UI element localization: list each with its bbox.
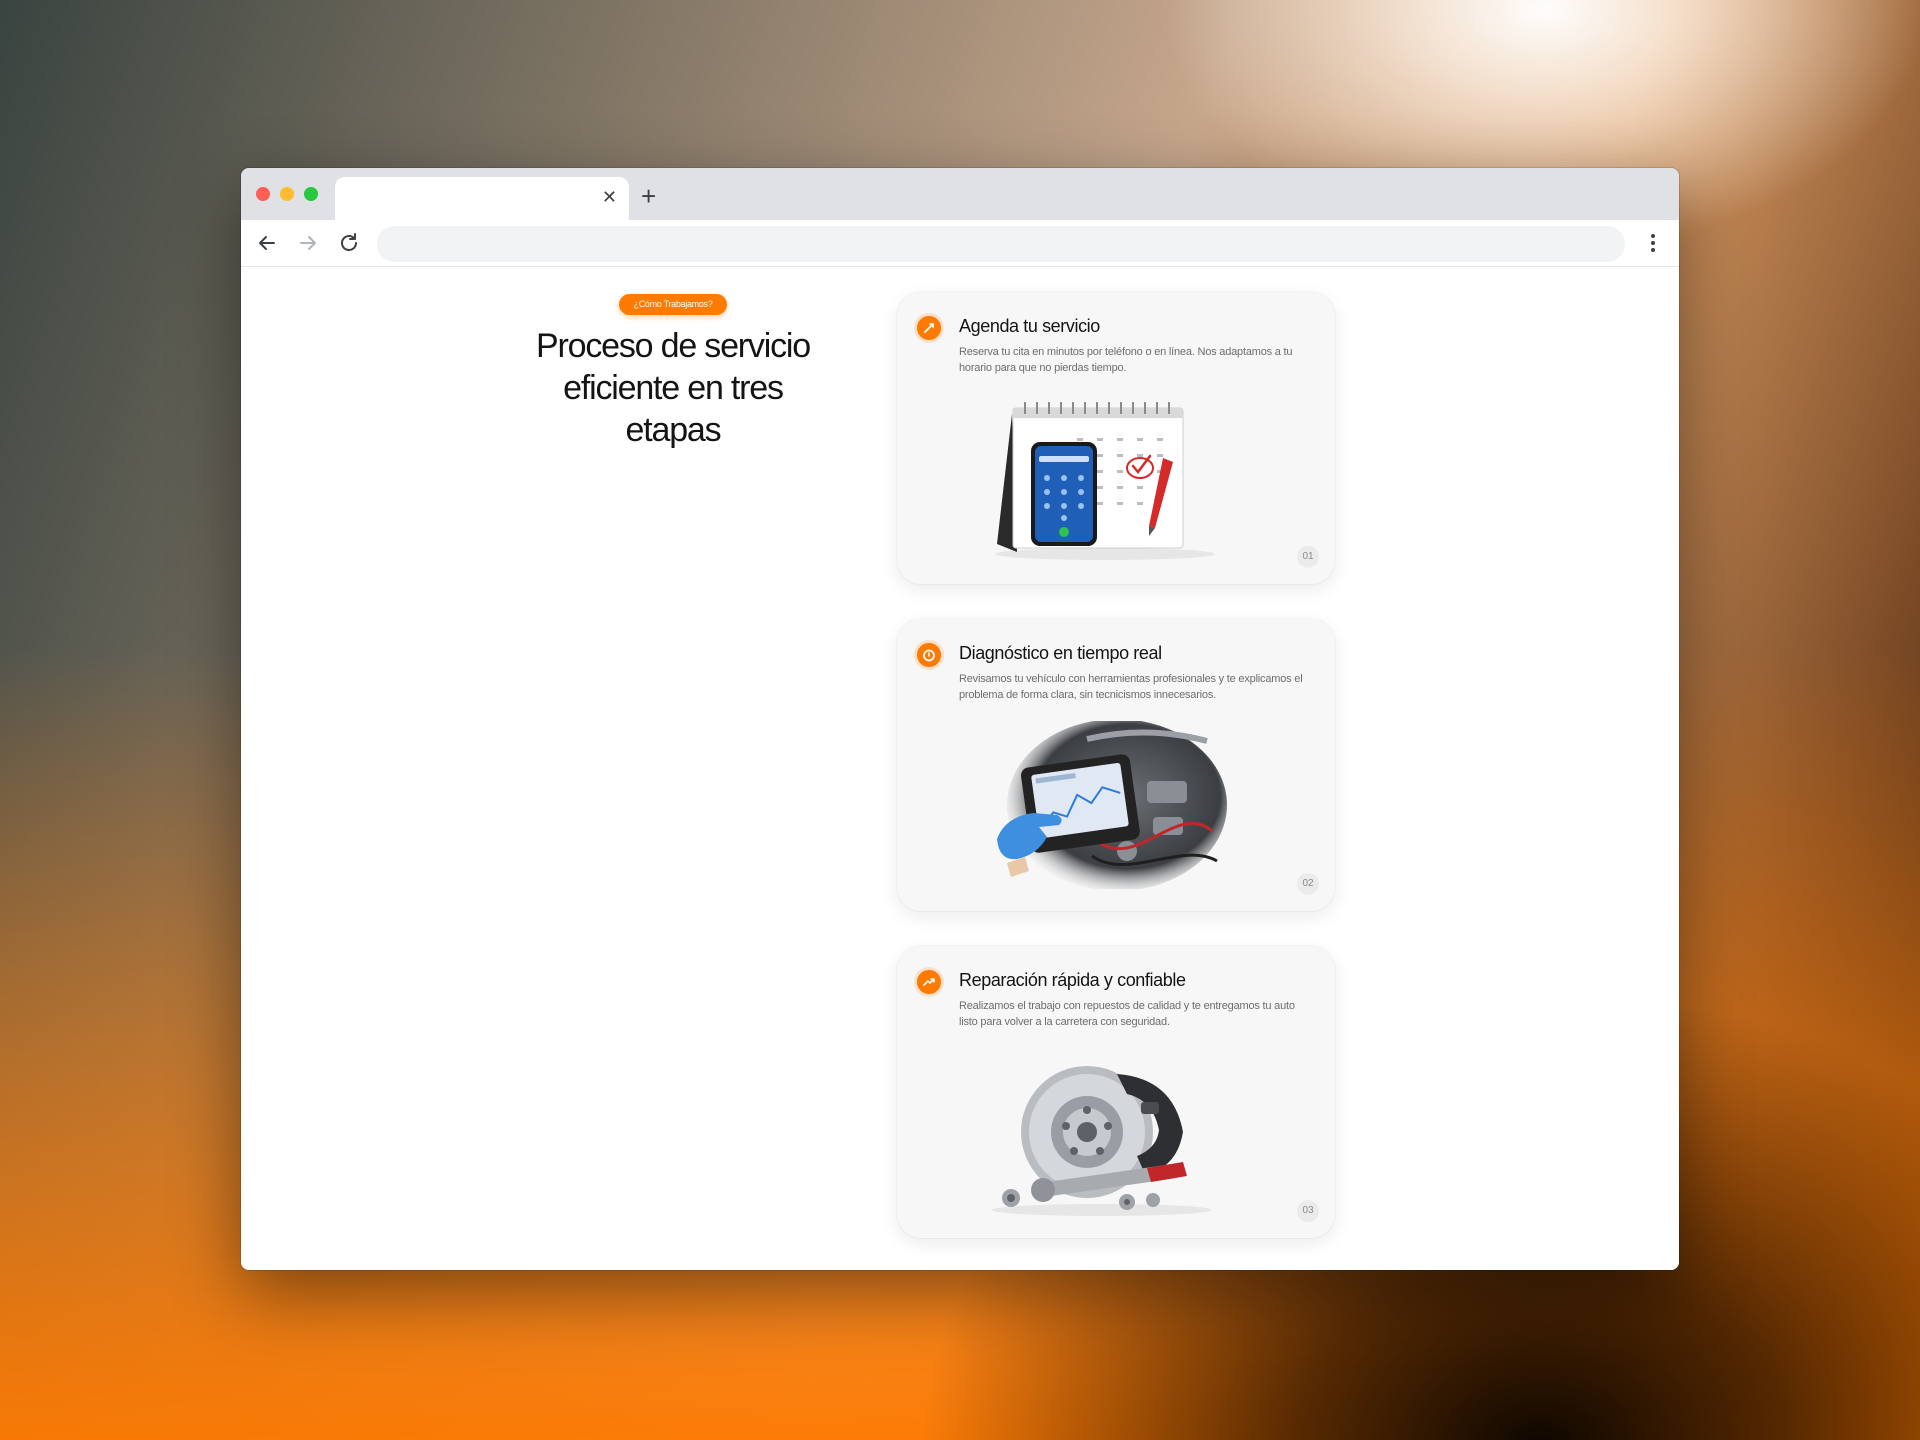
page-content: ¿Cómo Trabajamos? Proceso de servicio ef… [241, 267, 1679, 1270]
browser-window: ✕ + ¿Cómo Trabajamos? Proceso de servici… [241, 168, 1679, 1270]
step-description: Realizamos el trabajo con repuestos de c… [959, 1000, 1295, 1028]
step-number: 03 [1297, 1200, 1319, 1222]
close-window-button[interactable] [256, 187, 270, 201]
phone-and-calendar-illustration [995, 402, 1215, 560]
section-badge: ¿Cómo Trabajamos? [619, 294, 727, 315]
tab-bar: ✕ + [241, 168, 1679, 220]
calendar-icon [917, 316, 941, 340]
section-title: Proceso de servicio eficiente en tres et… [536, 327, 811, 449]
browser-toolbar [241, 220, 1679, 267]
minimize-window-button[interactable] [280, 187, 294, 201]
step-title: Diagnóstico en tiempo real [959, 643, 1162, 663]
tab-close-icon[interactable]: ✕ [602, 187, 617, 207]
back-arrow-icon[interactable] [255, 231, 279, 255]
step-number: 02 [1297, 873, 1319, 895]
address-bar[interactable] [377, 226, 1625, 262]
step-card-3: Reparación rápida y confiable Realizamos… [897, 946, 1335, 1238]
step-title: Reparación rápida y confiable [959, 970, 1186, 990]
forward-arrow-icon[interactable] [296, 231, 320, 255]
clock-icon [917, 643, 941, 667]
active-tab[interactable]: ✕ [335, 177, 629, 220]
reload-icon[interactable] [337, 231, 361, 255]
step-card-2: Diagnóstico en tiempo real Revisamos tu … [897, 619, 1335, 911]
step-description: Revisamos tu vehículo con herramientas p… [959, 673, 1303, 701]
diagnostic-tablet-engine-illustration [997, 721, 1227, 889]
step-number: 01 [1297, 546, 1319, 568]
step-title: Agenda tu servicio [959, 316, 1100, 336]
trend-up-icon [917, 970, 941, 994]
step-description: Reserva tu cita en minutos por teléfono … [959, 346, 1293, 374]
maximize-window-button[interactable] [304, 187, 318, 201]
step-card-1: Agenda tu servicio Reserva tu cita en mi… [897, 292, 1335, 584]
more-menu-icon[interactable] [1641, 231, 1665, 255]
brake-disc-and-tools-illustration [992, 1066, 1212, 1216]
new-tab-button[interactable]: + [641, 182, 656, 210]
